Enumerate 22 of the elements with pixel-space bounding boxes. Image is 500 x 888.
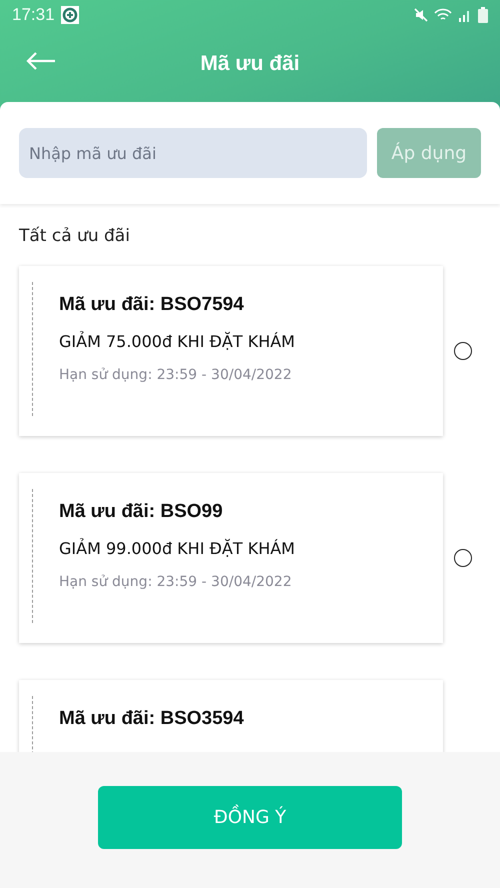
voucher-expiry: Hạn sử dụng: 23:59 - 30/04/2022 [59,574,293,590]
mute-icon [414,8,428,22]
voucher-discount: GIẢM 75.000đ KHI ĐẶT KHÁM [59,332,295,351]
wifi-icon [434,8,452,22]
promo-code-field[interactable]: Nhập mã ưu đãi [19,128,367,178]
radio-button[interactable] [454,549,472,567]
voucher-card[interactable]: Mã ưu đãi: BSO3594 [19,680,443,752]
back-arrow-icon [26,52,56,70]
app-notification-icon [60,6,79,24]
voucher-code: Mã ưu đãi: BSO7594 [59,294,245,316]
battery-icon [478,7,488,23]
voucher-card[interactable]: Mã ưu đãi: BSO7594 GIẢM 75.000đ KHI ĐẶT KHÁM Hạn sử dụng: 23:59 - 30/04/2022 [19,266,443,436]
screen-title: Mã ưu đãi [200,52,300,76]
voucher-card[interactable]: Mã ưu đãi: BSO99 GIẢM 99.000đ KHI ĐẶT KHÁM Hạn sử dụng: 23:59 - 30/04/2022 [19,473,443,643]
signal-icon [458,8,472,22]
voucher-expiry: Hạn sử dụng: 23:59 - 30/04/2022 [59,367,293,383]
voucher-code: Mã ưu đãi: BSO99 [59,501,224,523]
voucher-discount: GIẢM 99.000đ KHI ĐẶT KHÁM [59,539,295,558]
radio-button[interactable] [454,342,472,360]
status-time: 17:31 [12,5,55,25]
section-title: Tất cả ưu đãi [19,226,131,246]
voucher-code: Mã ưu đãi: BSO3594 [59,708,244,730]
